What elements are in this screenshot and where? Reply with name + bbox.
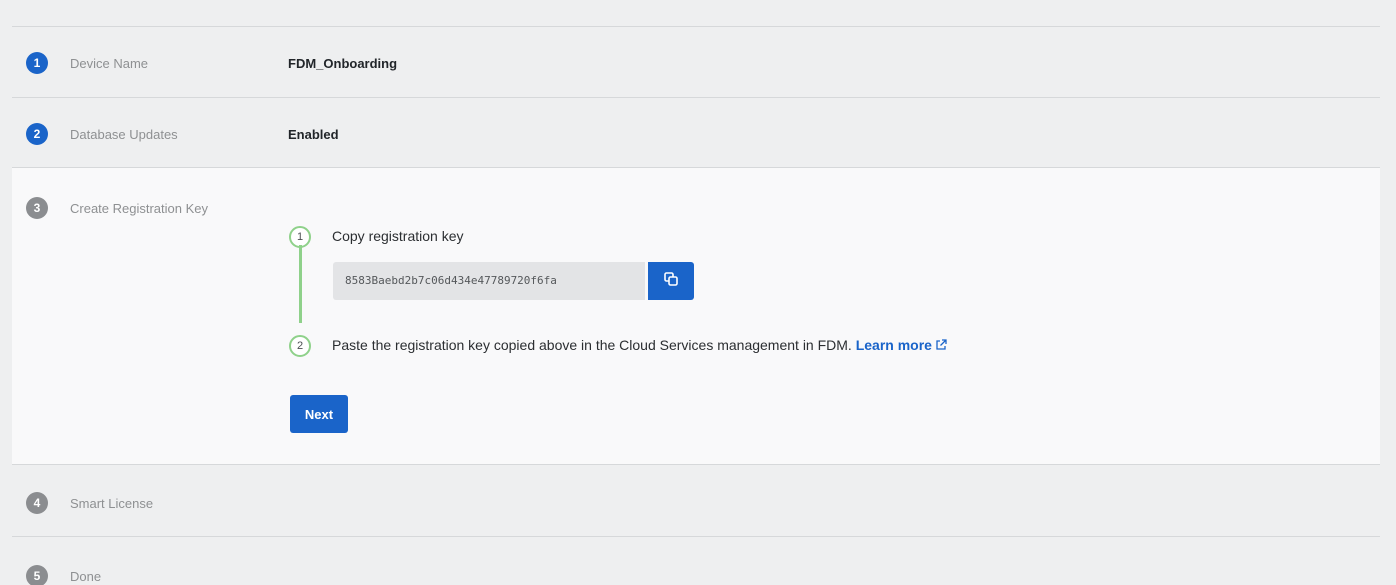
- substep-connector: [299, 245, 302, 323]
- copy-key-instruction: Copy registration key: [332, 228, 464, 244]
- external-link-icon: [935, 338, 947, 354]
- paste-key-text: Paste the registration key copied above …: [332, 337, 856, 353]
- device-name-value: FDM_Onboarding: [288, 56, 398, 71]
- learn-more-link[interactable]: Learn more: [856, 337, 947, 353]
- step-label: Done: [70, 569, 102, 584]
- learn-more-label: Learn more: [855, 337, 932, 353]
- step-smart-license: 4 Smart License: [12, 464, 1380, 536]
- step-label: Database Updates: [70, 127, 178, 142]
- next-button[interactable]: Next: [290, 395, 348, 433]
- paste-key-instruction: Paste the registration key copied above …: [332, 337, 947, 354]
- step-number-badge: 1: [26, 52, 48, 74]
- onboarding-wizard: 1 Device Name FDM_Onboarding 2 Database …: [0, 0, 1396, 585]
- step-number-badge: 3: [26, 197, 48, 219]
- step-number-badge: 4: [26, 492, 48, 514]
- step-number-badge: 5: [26, 565, 48, 585]
- registration-key-field[interactable]: 8583Baebd2b7c06d434e47789720f6fa: [333, 262, 645, 300]
- step-create-registration-key: 3 Create Registration Key 1 Copy registr…: [12, 167, 1380, 464]
- step-label: Smart License: [70, 496, 154, 511]
- substep-number-badge: 2: [289, 335, 311, 357]
- step-device-name: 1 Device Name FDM_Onboarding: [12, 26, 1380, 97]
- copy-icon: [663, 271, 679, 292]
- step-done: 5 Done: [12, 536, 1380, 585]
- step-label: Create Registration Key: [70, 201, 209, 216]
- copy-key-button[interactable]: [648, 262, 694, 300]
- step-number-badge: 2: [26, 123, 48, 145]
- database-updates-value: Enabled: [288, 127, 339, 142]
- step-database-updates: 2 Database Updates Enabled: [12, 97, 1380, 167]
- step-label: Device Name: [70, 56, 149, 71]
